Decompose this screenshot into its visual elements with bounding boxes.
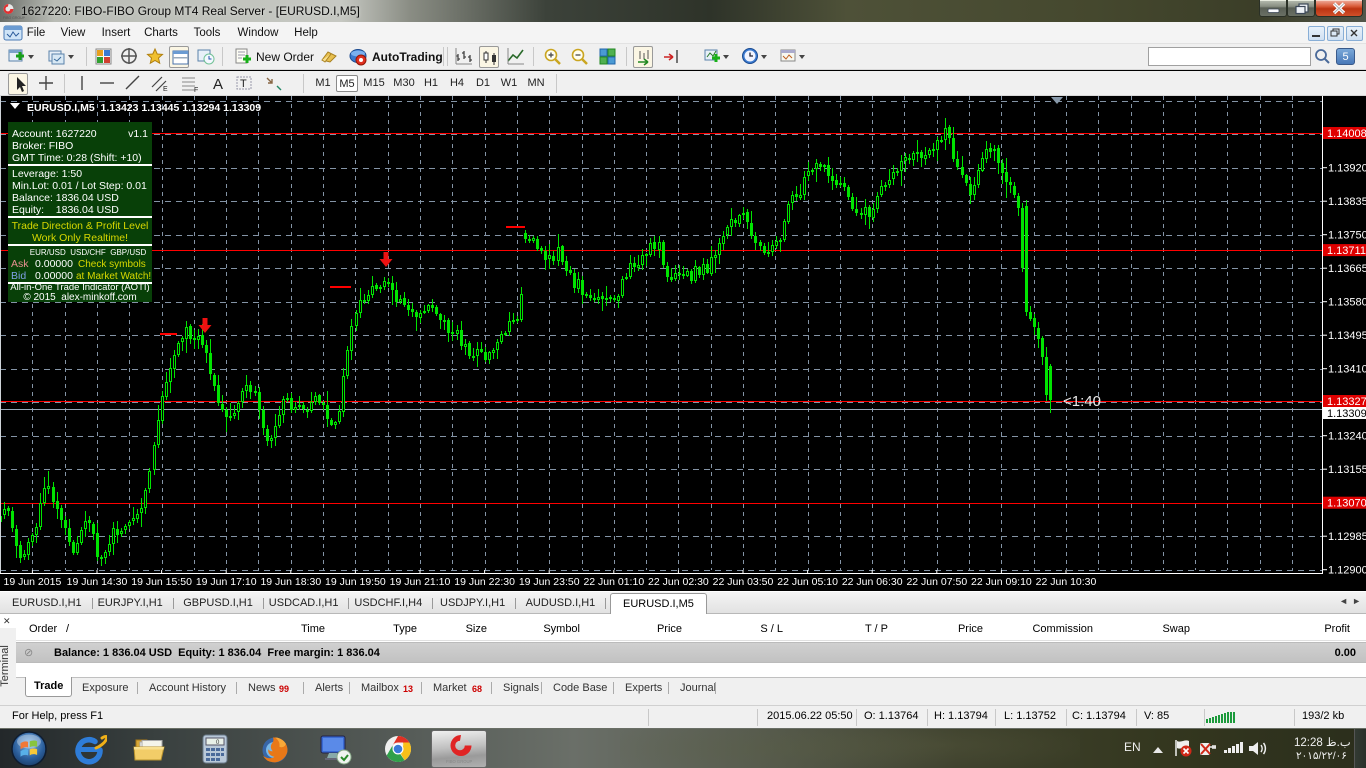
svg-text:1.12985: 1.12985 [1328, 531, 1366, 543]
svg-text:Ask: Ask [11, 258, 29, 270]
svg-text:<1:40: <1:40 [1063, 393, 1101, 410]
svg-text:19 Jun 22:30: 19 Jun 22:30 [454, 576, 515, 588]
svg-text:1.13070: 1.13070 [1327, 498, 1366, 510]
svg-text:1.13580: 1.13580 [1328, 297, 1366, 309]
svg-text:22 Jun 01:10: 22 Jun 01:10 [583, 576, 644, 588]
svg-text:1.14008: 1.14008 [1327, 128, 1366, 140]
svg-text:T: T [240, 78, 247, 90]
svg-text:Bid: Bid [11, 270, 26, 282]
svg-text:Broker: FIBO: Broker: FIBO [12, 140, 73, 152]
svg-text:19 Jun 23:50: 19 Jun 23:50 [519, 576, 580, 588]
svg-text:A: A [213, 76, 223, 93]
svg-text:Equity: 1836.04 USD: Equity: 1836.04 USD [12, 204, 119, 216]
svg-text:at Market Watch!: at Market Watch! [76, 271, 151, 282]
svg-text:Terminal: Terminal [0, 645, 11, 687]
svg-text:22 Jun 09:10: 22 Jun 09:10 [971, 576, 1032, 588]
svg-text:EURUSD.I,M5 1.13423 1.13445 1: EURUSD.I,M5 1.13423 1.13445 1.13294 1.13… [27, 102, 261, 114]
svg-text:Trade Direction & Profit Level: Trade Direction & Profit Level [12, 220, 149, 232]
svg-text:© 2015 alex-minkoff.com: © 2015 alex-minkoff.com [23, 292, 136, 303]
svg-text:1.13920: 1.13920 [1328, 163, 1366, 175]
svg-text:1.12900: 1.12900 [1328, 565, 1366, 577]
svg-text:1.13240: 1.13240 [1328, 431, 1366, 443]
svg-text:22 Jun 06:30: 22 Jun 06:30 [842, 576, 903, 588]
svg-text:Min.Lot: 0.01 / Lot Step: 0.01: Min.Lot: 0.01 / Lot Step: 0.01 [12, 180, 147, 192]
svg-text:1.13327: 1.13327 [1327, 396, 1366, 408]
svg-text:1.13410: 1.13410 [1328, 364, 1366, 376]
svg-text:Work Only Realtime!: Work Only Realtime! [32, 232, 128, 244]
svg-text:1.13155: 1.13155 [1328, 464, 1366, 476]
svg-text:22 Jun 03:50: 22 Jun 03:50 [713, 576, 774, 588]
svg-text:Leverage: 1:50: Leverage: 1:50 [12, 168, 82, 180]
svg-text:1.13495: 1.13495 [1328, 330, 1366, 342]
svg-text:Account: 1627220: Account: 1627220 [12, 128, 97, 140]
svg-text:E: E [163, 86, 168, 93]
svg-text:v1.1: v1.1 [128, 128, 148, 140]
svg-text:19 Jun 19:50: 19 Jun 19:50 [325, 576, 386, 588]
svg-text:19 Jun 14:30: 19 Jun 14:30 [67, 576, 128, 588]
svg-text:19 Jun 18:30: 19 Jun 18:30 [260, 576, 321, 588]
svg-text:1.13665: 1.13665 [1328, 263, 1366, 275]
svg-text:22 Jun 07:50: 22 Jun 07:50 [906, 576, 967, 588]
svg-text:19 Jun 15:50: 19 Jun 15:50 [131, 576, 192, 588]
svg-text:0.00000: 0.00000 [35, 258, 73, 270]
svg-text:FIBO GROUP: FIBO GROUP [446, 759, 472, 764]
svg-text:1.13309: 1.13309 [1327, 408, 1366, 420]
svg-text:1.13835: 1.13835 [1328, 196, 1366, 208]
svg-text:22 Jun 10:30: 22 Jun 10:30 [1036, 576, 1097, 588]
svg-text:Check symbols: Check symbols [78, 259, 146, 270]
svg-text:EUR/USD USD/CHF GBP/USD: EUR/USD USD/CHF GBP/USD [30, 248, 147, 257]
svg-text:22 Jun 05:10: 22 Jun 05:10 [777, 576, 838, 588]
svg-text:22 Jun 02:30: 22 Jun 02:30 [648, 576, 709, 588]
svg-text:19 Jun 21:10: 19 Jun 21:10 [390, 576, 451, 588]
svg-text:19 Jun 2015: 19 Jun 2015 [3, 576, 61, 588]
svg-text:1.13711: 1.13711 [1327, 245, 1366, 257]
svg-text:1.13750: 1.13750 [1328, 230, 1366, 242]
svg-text:19 Jun 17:10: 19 Jun 17:10 [196, 576, 257, 588]
svg-text:GMT Time: 0:28 (Shift: +10): GMT Time: 0:28 (Shift: +10) [12, 152, 142, 164]
svg-text:Balance: 1836.04 USD: Balance: 1836.04 USD [12, 192, 119, 204]
svg-text:F: F [194, 87, 198, 94]
svg-text:0.00000: 0.00000 [35, 270, 73, 282]
